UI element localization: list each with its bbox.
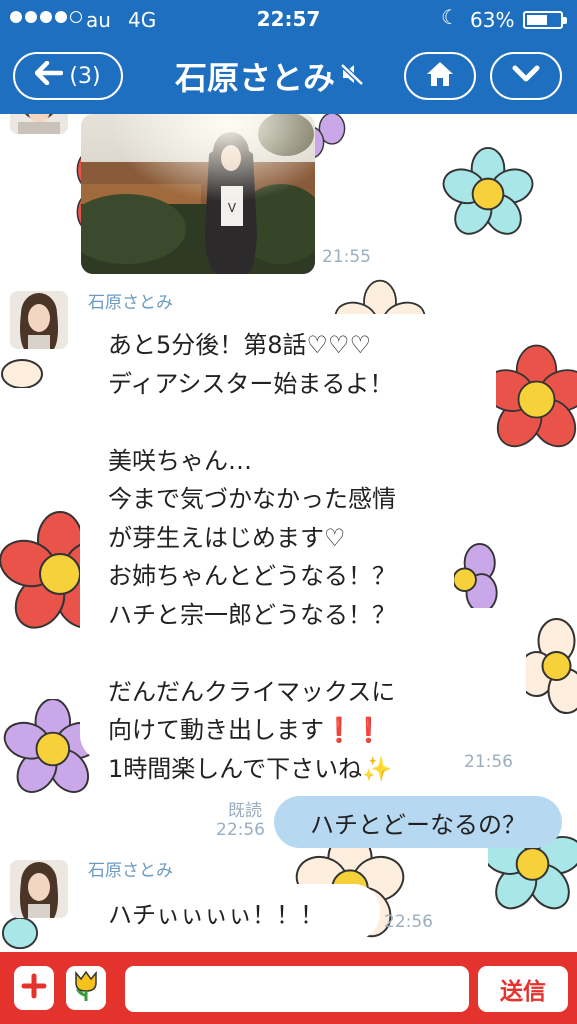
chat-header: (3) 石原さとみ (0, 40, 577, 114)
flower-decoration-icon (452, 542, 498, 608)
status-bar: au 4G 22:57 ☾ 63% (0, 0, 577, 40)
message-text: あと5分後！第8話♡♡♡ ディアシスター始まるよ！ 美咲ちゃん… 今まで気づかな… (108, 331, 396, 783)
top-bar: au 4G 22:57 ☾ 63% (3) 石原さとみ (0, 0, 577, 114)
mute-icon (339, 61, 365, 91)
back-arrow-icon (35, 60, 64, 91)
message-time: 21:55 (322, 247, 371, 267)
flower-decoration-icon (1, 916, 39, 950)
message-time: 22:56 (384, 912, 433, 932)
chevron-down-icon (511, 64, 541, 88)
flower-decoration-icon (334, 279, 426, 318)
chat-title-area: 石原さとみ (150, 54, 390, 98)
back-button[interactable]: (3) (13, 52, 123, 100)
sender-name: 石原さとみ (88, 293, 173, 313)
menu-dropdown-button[interactable] (490, 52, 562, 100)
send-button[interactable]: 送信 (478, 966, 568, 1012)
unread-count: (3) (69, 63, 101, 89)
flower-decoration-icon (1, 359, 43, 388)
plus-icon (21, 973, 47, 1003)
outgoing-message-bubble[interactable]: ハチとどーなるの？ (274, 796, 562, 848)
message-time: 22:56 (216, 820, 265, 840)
flower-decoration-icon (442, 146, 534, 235)
message-text: ハチぃぃぃぃ！！！ (108, 900, 324, 929)
tulip-sticker-icon (72, 969, 100, 1007)
do-not-disturb-icon: ☾ (441, 5, 459, 29)
flower-decoration-icon (496, 344, 577, 448)
message-bubble[interactable]: あと5分後！第8話♡♡♡ ディアシスター始まるよ！ 美咲ちゃん… 今まで気づかな… (80, 314, 454, 783)
avatar[interactable] (10, 114, 68, 134)
home-icon (425, 60, 455, 92)
sender-name: 石原さとみ (88, 861, 173, 881)
message-text: ハチとどーなるの？ (310, 810, 526, 839)
chat-title: 石原さとみ (174, 59, 335, 97)
shared-photo[interactable]: V (81, 114, 315, 274)
add-attachment-button[interactable] (14, 966, 54, 1010)
read-receipt: 既読 (228, 801, 262, 821)
sticker-button[interactable] (66, 966, 106, 1010)
battery-icon (523, 11, 567, 29)
home-button[interactable] (404, 52, 476, 100)
message-bubble[interactable]: ハチぃぃぃぃ！！！ (80, 884, 380, 940)
battery-percentage: 63% (470, 8, 515, 32)
avatar[interactable] (10, 291, 68, 349)
message-time: 21:56 (464, 752, 513, 772)
flower-decoration-icon (526, 618, 577, 714)
avatar[interactable] (10, 860, 68, 918)
input-bar: 送信 (0, 952, 577, 1024)
message-input[interactable] (125, 966, 469, 1012)
chat-area[interactable]: V 21:55 石原さとみ あと5分後！第8話♡♡♡ ディアシスター始まるよ！ … (0, 114, 577, 952)
